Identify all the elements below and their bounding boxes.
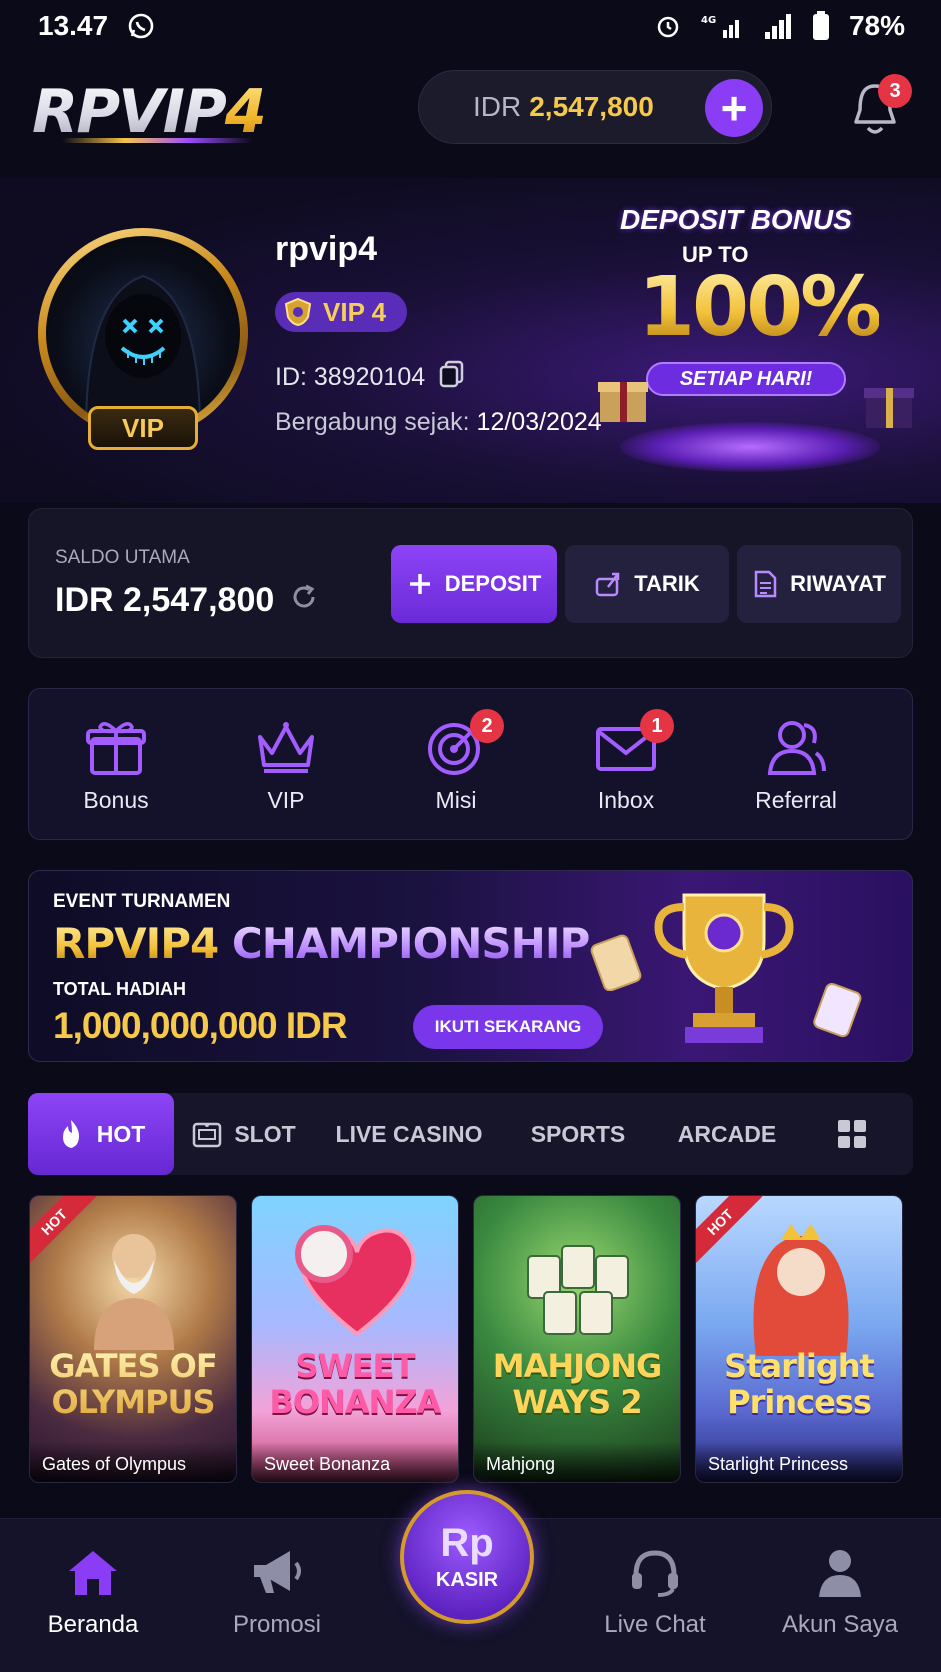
princess-figure-icon bbox=[753, 1224, 849, 1356]
game-art-title: GATES OF OLYMPUS bbox=[36, 1348, 230, 1420]
header-balance[interactable]: IDR 2,547,800 + bbox=[418, 70, 772, 144]
tab-sports[interactable]: SPORTS bbox=[504, 1093, 652, 1175]
deposit-button[interactable]: DEPOSIT bbox=[391, 545, 557, 623]
gift-box-dark-icon bbox=[864, 388, 914, 428]
refresh-icon[interactable] bbox=[290, 581, 318, 620]
app-header: RPVIP4 IDR 2,547,800 + 3 bbox=[0, 62, 941, 162]
fire-icon bbox=[62, 1120, 79, 1148]
mahjong-tile-icon bbox=[813, 982, 862, 1038]
network-4g-icon: 4G bbox=[701, 11, 745, 41]
crown-icon bbox=[254, 717, 318, 777]
tab-hot[interactable]: HOT bbox=[28, 1093, 174, 1175]
event-label: EVENT TURNAMEN bbox=[53, 891, 231, 912]
game-card[interactable]: MAHJONG WAYS 2 Mahjong bbox=[473, 1195, 681, 1483]
target-icon: 2 bbox=[424, 709, 504, 777]
notification-badge: 3 bbox=[878, 74, 912, 108]
balance-currency: IDR bbox=[473, 91, 522, 122]
quick-item-inbox[interactable]: 1 Inbox bbox=[541, 709, 711, 817]
prize-label: TOTAL HADIAH bbox=[53, 979, 186, 999]
quick-item-bonus[interactable]: Bonus bbox=[31, 717, 201, 817]
game-name: Sweet Bonanza bbox=[252, 1442, 458, 1482]
nav-beranda[interactable]: Beranda bbox=[8, 1547, 178, 1639]
users-icon bbox=[764, 717, 828, 777]
mail-icon: 1 bbox=[594, 709, 674, 777]
inbox-badge: 1 bbox=[640, 709, 674, 743]
riwayat-button[interactable]: RIWAYAT bbox=[737, 545, 901, 623]
game-name: Mahjong bbox=[474, 1442, 680, 1482]
svg-text:4G: 4G bbox=[701, 15, 716, 26]
game-art-title: MAHJONG WAYS 2 bbox=[492, 1347, 663, 1421]
vip-level-badge[interactable]: VIP 4 bbox=[275, 292, 407, 332]
tab-live-casino[interactable]: LIVE CASINO bbox=[314, 1093, 504, 1175]
hooded-figure-icon bbox=[84, 274, 202, 430]
home-icon bbox=[69, 1551, 117, 1595]
grid-menu-icon[interactable] bbox=[802, 1093, 902, 1175]
signal-icon bbox=[763, 11, 793, 41]
headset-icon bbox=[632, 1550, 678, 1597]
battery-icon bbox=[811, 11, 831, 41]
vip-shield-icon bbox=[284, 297, 312, 327]
username: rpvip4 bbox=[275, 230, 378, 268]
quick-menu: Bonus VIP 2 Misi 1 Inbox Referral bbox=[28, 688, 913, 840]
game-name: Gates of Olympus bbox=[30, 1442, 236, 1482]
megaphone-icon bbox=[254, 1551, 301, 1593]
plus-icon bbox=[409, 574, 430, 594]
prize-amount: 1,000,000,000 IDR bbox=[53, 1005, 348, 1046]
gift-icon bbox=[84, 717, 148, 777]
alarm-icon bbox=[653, 11, 683, 41]
user-icon bbox=[819, 1550, 861, 1597]
balance-amount: 2,547,800 bbox=[529, 91, 654, 122]
game-art-title: Starlight Princess bbox=[724, 1347, 875, 1421]
game-card[interactable]: SWEET BONANZA Sweet Bonanza bbox=[251, 1195, 459, 1483]
quick-item-referral[interactable]: Referral bbox=[711, 717, 881, 817]
category-tabs: HOT SLOT LIVE CASINO SPORTS ARCADE bbox=[28, 1093, 913, 1175]
tarik-button[interactable]: TARIK bbox=[565, 545, 729, 623]
profile-hero: VIP DEPOSIT BONUS UP TO 100% SETIAP HARI… bbox=[0, 178, 941, 503]
nav-akun-saya[interactable]: Akun Saya bbox=[755, 1547, 925, 1639]
quick-item-vip[interactable]: VIP bbox=[201, 717, 371, 817]
whatsapp-icon bbox=[126, 11, 156, 41]
kasir-button[interactable]: Rp KASIR bbox=[400, 1490, 534, 1624]
deposit-bonus-banner[interactable]: DEPOSIT BONUS UP TO 100% SETIAP HARI! bbox=[570, 178, 941, 503]
rpvip4-logo[interactable]: RPVIP4 bbox=[32, 72, 282, 152]
battery-percent: 78% bbox=[848, 10, 905, 41]
join-now-button[interactable]: IKUTI SEKARANG bbox=[413, 1005, 603, 1049]
heart-candy-icon bbox=[295, 1225, 416, 1337]
game-name: Starlight Princess bbox=[696, 1442, 902, 1482]
saldo-amount: IDR 2,547,800 bbox=[55, 581, 318, 620]
trophy-icon bbox=[654, 893, 794, 1043]
main-balance-card: SALDO UTAMA IDR 2,547,800 DEPOSIT TARIK … bbox=[28, 508, 913, 658]
avatar-vip-ribbon: VIP bbox=[88, 406, 198, 450]
game-art-title: SWEET BONANZA bbox=[269, 1347, 442, 1421]
gift-box-icon bbox=[598, 382, 648, 422]
user-id: ID: 38920104 bbox=[275, 360, 465, 395]
nav-promosi[interactable]: Promosi bbox=[192, 1547, 362, 1639]
card-chip-icon bbox=[590, 934, 642, 991]
nav-live-chat[interactable]: Live Chat bbox=[570, 1547, 740, 1639]
add-balance-button[interactable]: + bbox=[705, 79, 763, 137]
tab-arcade[interactable]: ARCADE bbox=[652, 1093, 802, 1175]
tab-slot[interactable]: SLOT bbox=[174, 1093, 314, 1175]
history-doc-icon bbox=[754, 570, 777, 598]
copy-icon[interactable] bbox=[439, 360, 465, 395]
saldo-label: SALDO UTAMA bbox=[55, 547, 190, 568]
championship-banner[interactable]: EVENT TURNAMEN RPVIP4 CHAMPIONSHIP TOTAL… bbox=[28, 870, 913, 1062]
joined-date: Bergabung sejak: 12/03/2024 bbox=[275, 408, 602, 436]
withdraw-icon bbox=[595, 572, 620, 597]
game-card[interactable]: Starlight Princess HOT Starlight Princes… bbox=[695, 1195, 903, 1483]
mahjong-tiles-icon bbox=[527, 1245, 629, 1335]
misi-badge: 2 bbox=[470, 709, 504, 743]
status-bar: 13.47 4G 78% bbox=[0, 0, 941, 52]
status-time: 13.47 bbox=[38, 10, 109, 41]
zeus-figure-icon bbox=[94, 1234, 174, 1350]
game-card[interactable]: GATES OF OLYMPUS HOT Gates of Olympus bbox=[29, 1195, 237, 1483]
slot-machine-icon bbox=[193, 1122, 222, 1148]
championship-title: RPVIP4 CHAMPIONSHIP bbox=[53, 919, 590, 968]
quick-item-misi[interactable]: 2 Misi bbox=[371, 709, 541, 817]
